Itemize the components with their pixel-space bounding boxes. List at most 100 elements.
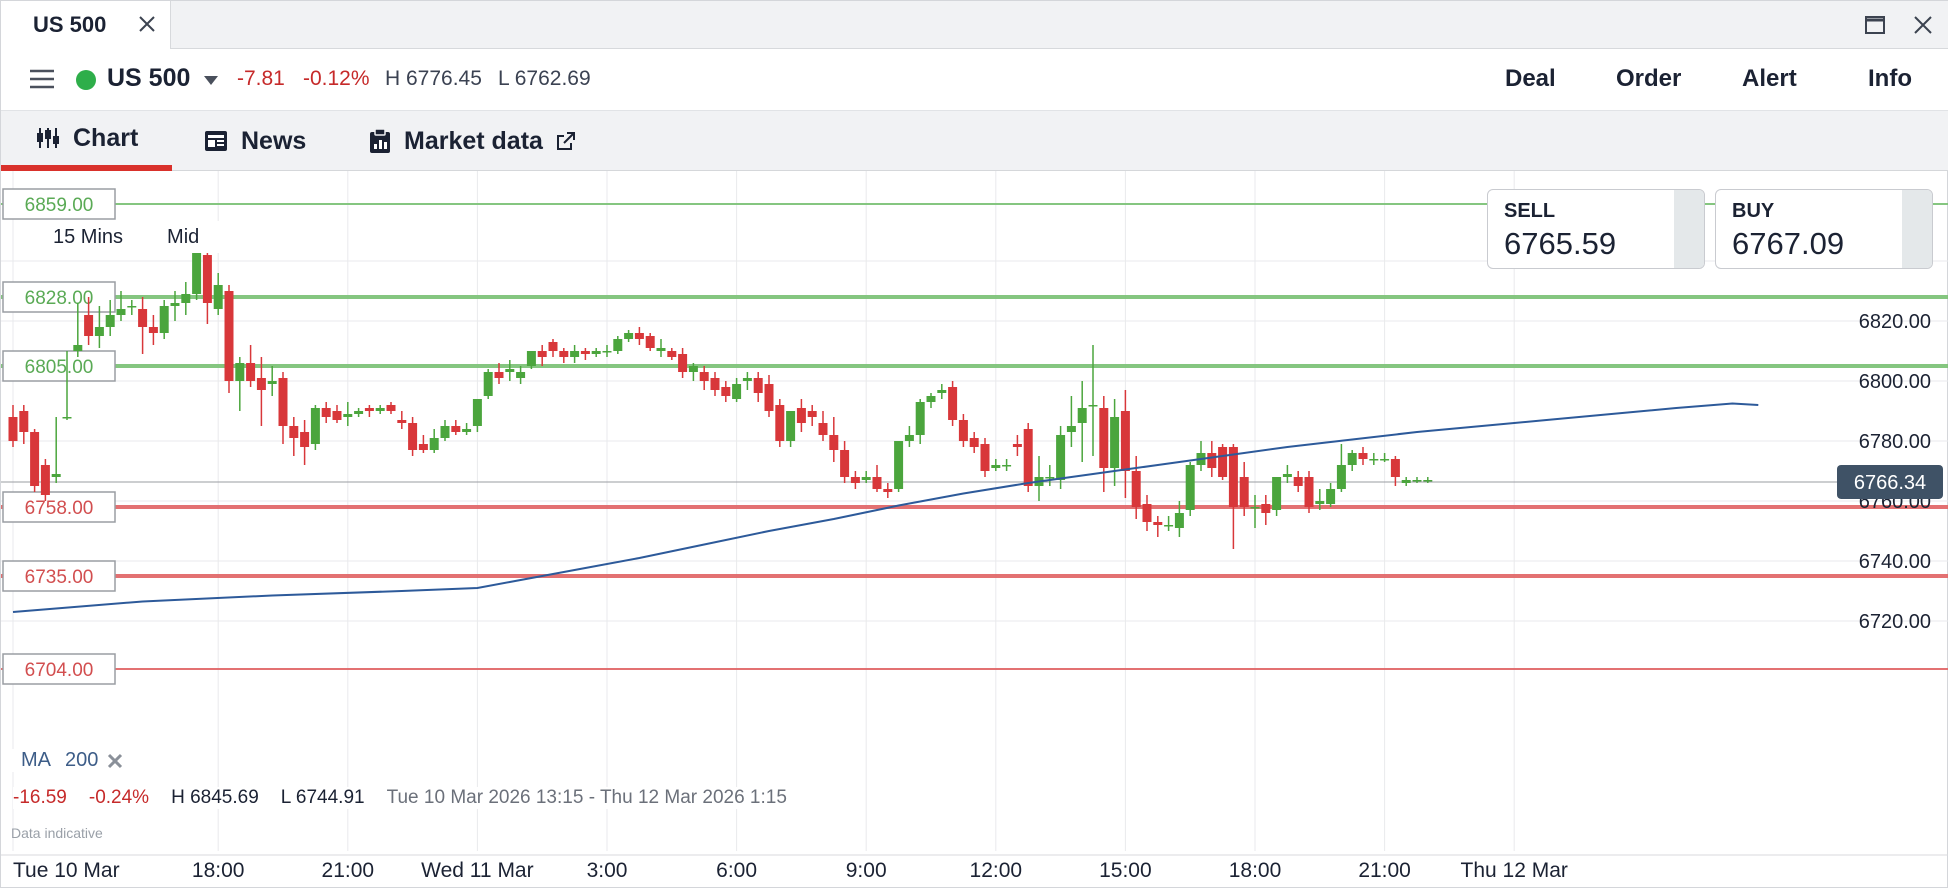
candle-body: [1045, 477, 1055, 479]
candle-body: [1293, 477, 1303, 486]
market-symbol[interactable]: US 500: [107, 64, 190, 93]
candle-body: [1164, 525, 1174, 527]
candle-body: [138, 309, 148, 327]
x-tick-label: 12:00: [970, 859, 1023, 882]
content-tabs: Chart News Market data: [1, 111, 1948, 171]
candle-body: [1250, 507, 1260, 509]
sell-label: SELL: [1504, 200, 1556, 222]
info-button[interactable]: Info: [1868, 65, 1912, 93]
close-icon[interactable]: [134, 11, 160, 37]
sell-button[interactable]: SELL 6765.59: [1487, 189, 1705, 269]
candle-body: [170, 303, 180, 306]
buy-button[interactable]: BUY 6767.09: [1715, 189, 1933, 269]
x-tick-label: 6:00: [716, 859, 757, 882]
candle-body: [602, 351, 612, 353]
price-change: -7.81: [237, 67, 285, 90]
candle-body: [1012, 444, 1022, 447]
x-tick-label: 21:00: [322, 859, 375, 882]
candle-body: [1131, 471, 1141, 507]
candle-body: [591, 351, 601, 354]
tab-market-data[interactable]: Market data: [368, 111, 577, 171]
candlestick-icon: [37, 128, 59, 148]
candle-body: [1002, 465, 1012, 467]
candle-body: [915, 402, 925, 435]
price-type-button[interactable]: Mid: [145, 226, 221, 249]
y-tick-label: 6800.00: [1859, 371, 1931, 393]
candle-body: [570, 351, 580, 357]
candle-body: [1153, 522, 1163, 525]
candle-body: [1120, 411, 1130, 471]
chevron-down-icon[interactable]: [203, 74, 219, 86]
price-change-pct: -0.12%: [303, 67, 370, 90]
candle-body: [548, 342, 558, 351]
x-tick-label: 15:00: [1099, 859, 1152, 882]
candle-body: [354, 411, 364, 414]
candle-body: [267, 381, 277, 384]
candle-body: [526, 351, 536, 366]
candle-body: [1326, 489, 1336, 504]
window-tab[interactable]: US 500: [1, 1, 171, 49]
candle-body: [699, 372, 709, 381]
candle-body: [483, 372, 493, 396]
candle-body: [429, 438, 439, 450]
candle-body: [181, 294, 191, 303]
candle-body: [127, 306, 137, 308]
candle-body: [159, 306, 169, 333]
candle-body: [462, 429, 472, 432]
app-window: US 500 US 500 -7.81 -0.12% H 6776.45 L 6…: [0, 0, 1948, 888]
range-change-pct: -0.24%: [88, 787, 150, 808]
candle-body: [732, 384, 742, 399]
candle-body: [937, 390, 947, 393]
candle-body: [235, 363, 245, 381]
candle-body: [948, 387, 958, 420]
candle-body: [991, 465, 1001, 468]
timeframe-button[interactable]: 15 Mins: [31, 226, 145, 249]
maximize-icon[interactable]: [1861, 11, 1889, 39]
candle-body: [1401, 480, 1411, 483]
close-window-icon[interactable]: [1909, 11, 1937, 39]
candle-body: [1228, 447, 1238, 507]
candle-body: [1272, 477, 1282, 510]
candle-body: [742, 378, 752, 381]
candle-body: [613, 339, 623, 351]
candle-body: [94, 327, 104, 336]
range-low: L 6744.91: [280, 787, 365, 808]
candle-body: [926, 396, 936, 402]
candle-body: [440, 426, 450, 438]
tab-market-data-label: Market data: [404, 126, 543, 155]
candle-body: [537, 351, 547, 357]
candle-body: [300, 432, 310, 447]
menu-icon[interactable]: [29, 67, 55, 91]
candle-body: [894, 441, 904, 489]
remove-indicator-icon[interactable]: [106, 752, 124, 770]
tab-news[interactable]: News: [203, 111, 306, 171]
ma-period[interactable]: 200: [65, 749, 98, 772]
candle-body: [656, 348, 666, 351]
candle-body: [710, 378, 720, 390]
tab-news-label: News: [241, 126, 307, 155]
alert-button[interactable]: Alert: [1742, 65, 1797, 93]
tab-chart[interactable]: Chart: [1, 111, 172, 171]
candle-body: [256, 378, 266, 390]
price-chart[interactable]: 6859.00 6828.00 6805.00 6758.00 6735.00 6704.…: [1, 171, 1948, 888]
candle-body: [1347, 453, 1357, 465]
deal-button[interactable]: Deal: [1505, 65, 1556, 93]
candle-body: [721, 387, 731, 396]
candle-body: [645, 336, 655, 348]
sell-price: 6765.59: [1504, 226, 1617, 261]
y-tick-label: 6720.00: [1859, 611, 1931, 633]
candle-body: [343, 414, 353, 417]
tab-chart-label: Chart: [73, 123, 139, 152]
candle-body: [1390, 459, 1400, 477]
candle-body: [1110, 417, 1120, 468]
candle-body: [62, 417, 72, 419]
candle-body: [451, 426, 461, 432]
candle-body: [624, 333, 634, 339]
order-button[interactable]: Order: [1616, 65, 1681, 93]
day-high: H 6776.45: [385, 67, 482, 90]
range-stats: -16.59 -0.24% H 6845.69 L 6744.91 Tue 10…: [13, 787, 809, 809]
candle-body: [375, 408, 385, 411]
candle-body: [19, 411, 29, 432]
chart-area[interactable]: 6859.00 6828.00 6805.00 6758.00 6735.00 6704.…: [1, 171, 1948, 888]
candle-body: [861, 477, 871, 480]
